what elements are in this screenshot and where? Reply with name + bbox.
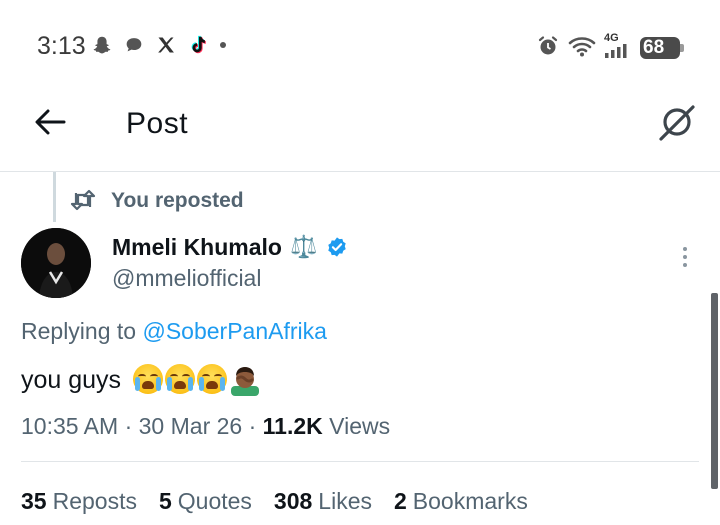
post-time: 10:35 AM bbox=[21, 413, 119, 439]
grok-button[interactable] bbox=[655, 102, 699, 146]
post-text: you guys bbox=[21, 364, 261, 396]
reposts-stat[interactable]: 35 Reposts bbox=[21, 486, 137, 516]
person-facepalming-emoji bbox=[229, 364, 261, 396]
status-system-icons: 4G 68 bbox=[536, 33, 684, 63]
repost-context-label: You reposted bbox=[111, 189, 244, 212]
snapchat-icon bbox=[90, 33, 114, 57]
reply-mention-link[interactable]: @SoberPanAfrika bbox=[142, 318, 326, 344]
more-options-button[interactable] bbox=[672, 244, 698, 270]
repost-icon bbox=[70, 189, 96, 211]
post-text-content: you guys bbox=[21, 366, 122, 394]
back-button[interactable] bbox=[30, 104, 70, 144]
reposts-label: Reposts bbox=[52, 488, 137, 514]
likes-count: 308 bbox=[273, 488, 313, 514]
more-notifications-dot bbox=[220, 42, 226, 48]
post-date: 30 Mar 26 bbox=[138, 413, 243, 439]
alarm-icon bbox=[536, 34, 560, 63]
network-type-label: 4G bbox=[604, 32, 619, 44]
author-avatar[interactable] bbox=[21, 228, 91, 298]
wifi-icon bbox=[568, 34, 596, 63]
tiktok-icon bbox=[186, 33, 210, 57]
views-count: 11.2K bbox=[262, 413, 323, 439]
verified-badge-icon bbox=[326, 236, 348, 258]
bookmarks-count: 2 bbox=[394, 488, 407, 514]
more-dot bbox=[683, 263, 687, 267]
quotes-stat[interactable]: 5 Quotes bbox=[159, 486, 252, 516]
loudly-crying-face-emoji bbox=[165, 364, 196, 394]
quotes-count: 5 bbox=[158, 488, 172, 514]
scrollbar[interactable] bbox=[711, 293, 718, 489]
battery-indicator: 68 bbox=[640, 37, 684, 59]
status-time: 3:13 bbox=[37, 32, 86, 60]
author-name[interactable]: Mmeli Khumalo bbox=[112, 233, 282, 261]
quotes-label: Quotes bbox=[177, 488, 252, 514]
loudly-crying-face-emoji bbox=[197, 364, 228, 394]
bookmarks-label: Bookmarks bbox=[412, 488, 528, 514]
page-title: Post bbox=[126, 107, 189, 140]
arrow-left-icon bbox=[34, 108, 66, 141]
cellular-signal-icon bbox=[604, 44, 628, 63]
views-label: Views bbox=[329, 413, 391, 439]
thread-line bbox=[53, 172, 56, 222]
likes-stat[interactable]: 308 Likes bbox=[274, 486, 372, 516]
bookmarks-stat[interactable]: 2 Bookmarks bbox=[394, 486, 528, 516]
x-icon bbox=[154, 33, 178, 57]
stats-divider bbox=[21, 461, 699, 462]
replying-to-line: Replying to @SoberPanAfrika bbox=[21, 317, 327, 345]
more-dot bbox=[683, 255, 687, 259]
reposts-count: 35 bbox=[21, 488, 47, 514]
cellular-group: 4G bbox=[604, 33, 628, 63]
likes-label: Likes bbox=[318, 488, 372, 514]
chat-bubble-icon bbox=[122, 33, 146, 57]
post-meta: 10:35 AM · 30 Mar 26 · 11.2K Views bbox=[21, 413, 391, 439]
author-handle[interactable]: @mmeliofficial bbox=[112, 264, 261, 292]
header-divider bbox=[0, 171, 720, 172]
balance-scale-emoji: ⚖️ bbox=[290, 234, 318, 259]
post-stats: 35 Reposts 5 Quotes 308 Likes 2 Bookmarks bbox=[21, 486, 528, 516]
status-notification-icons bbox=[90, 33, 226, 57]
post-emojis bbox=[133, 364, 261, 396]
replying-to-prefix: Replying to bbox=[21, 318, 137, 344]
loudly-crying-face-emoji bbox=[133, 364, 164, 394]
grok-icon bbox=[656, 101, 698, 148]
more-dot bbox=[683, 247, 687, 251]
